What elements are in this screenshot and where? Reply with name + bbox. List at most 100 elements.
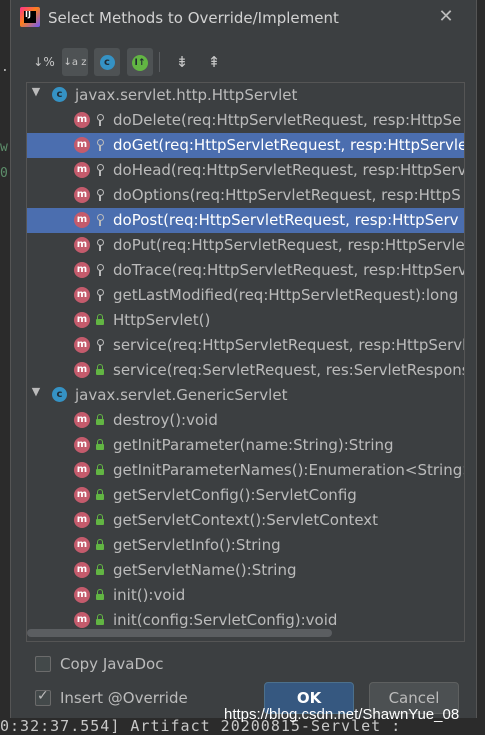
expand-arrow-icon[interactable]: ▼: [30, 385, 42, 398]
method-icon: m: [74, 362, 90, 378]
method-icon: m: [74, 487, 90, 503]
method-icon: m: [74, 512, 90, 528]
protected-key-icon: [94, 238, 106, 252]
editor-background: [0, 0, 10, 735]
method-row[interactable]: m doPut(req:HttpServletRequest, resp:Http…: [27, 233, 464, 258]
class-icon: c: [52, 87, 67, 102]
collapse-all-icon: ⇞: [207, 53, 221, 71]
public-lock-icon: [94, 613, 106, 627]
editor-fragment: w: [0, 140, 8, 155]
method-row[interactable]: m getServletName():String: [27, 558, 464, 583]
method-icon: m: [74, 162, 90, 178]
method-row[interactable]: m getInitParameterNames():Enumeration<Str…: [27, 458, 464, 483]
checkmark-icon: ✓: [37, 688, 49, 704]
method-icon: m: [74, 412, 90, 428]
horizontal-scrollbar[interactable]: [27, 629, 332, 637]
public-lock-icon: [94, 438, 106, 452]
public-lock-icon: [94, 588, 106, 602]
protected-key-icon: [94, 138, 106, 152]
method-signature-label: init(config:ServletConfig):void: [113, 611, 338, 629]
method-signature-label: getInitParameter(name:String):String: [113, 436, 394, 454]
method-row[interactable]: m doDelete(req:HttpServletRequest, resp:H…: [27, 108, 464, 133]
method-row[interactable]: m doTrace(req:HttpServletRequest, resp:Ht…: [27, 258, 464, 283]
sort-az-icon: ↓a z: [63, 57, 87, 68]
show-classes-icon: c: [99, 55, 115, 70]
method-row[interactable]: m getServletContext():ServletContext: [27, 508, 464, 533]
method-row[interactable]: m doPost(req:HttpServletRequest, resp:Htt…: [27, 208, 464, 233]
dialog-title: Select Methods to Override/Implement: [48, 9, 339, 27]
method-row[interactable]: m getLastModified(req:HttpServletRequest)…: [27, 283, 464, 308]
method-signature-label: doGet(req:HttpServletRequest, resp:HttpS…: [113, 136, 465, 154]
method-row[interactable]: m getServletConfig():ServletConfig: [27, 483, 464, 508]
method-signature-label: getServletInfo():String: [113, 536, 281, 554]
method-signature-label: HttpServlet(): [113, 311, 211, 329]
intellij-logo-icon: IJ: [20, 7, 40, 27]
copy-javadoc-label: Copy JavaDoc: [60, 655, 164, 673]
show-interfaces-icon: I↑: [132, 55, 148, 71]
sort-alphabetically-button[interactable]: ↓a z: [62, 48, 88, 76]
method-row[interactable]: m init():void: [27, 583, 464, 608]
method-icon: m: [74, 537, 90, 553]
show-interfaces-button[interactable]: I↑: [127, 48, 153, 76]
method-icon: m: [74, 187, 90, 203]
method-icon: m: [74, 612, 90, 628]
protected-key-icon: [94, 288, 106, 302]
method-row[interactable]: m service(req:ServletRequest, res:Servlet…: [27, 358, 464, 383]
method-row[interactable]: m destroy():void: [27, 408, 464, 433]
method-signature-label: doOptions(req:HttpServletRequest, resp:H…: [113, 186, 461, 204]
method-signature-label: getInitParameterNames():Enumeration<Stri…: [113, 461, 465, 479]
method-signature-label: doHead(req:HttpServletRequest, resp:Http…: [113, 161, 465, 179]
class-name-label: javax.servlet.http.HttpServlet: [75, 86, 298, 104]
expand-all-icon: ⇟: [175, 53, 189, 71]
public-lock-icon: [94, 488, 106, 502]
tree-class-node[interactable]: ▼ c javax.servlet.http.HttpServlet: [27, 83, 464, 108]
expand-arrow-icon[interactable]: ▼: [30, 85, 42, 98]
method-row[interactable]: m service(req:HttpServletRequest, resp:Ht…: [27, 333, 464, 358]
method-row[interactable]: m doHead(req:HttpServletRequest, resp:Htt…: [27, 158, 464, 183]
sort-by-visibility-button[interactable]: ↓%: [31, 48, 57, 76]
protected-key-icon: [94, 213, 106, 227]
expand-all-button[interactable]: ⇟: [169, 48, 195, 76]
show-classes-button[interactable]: c: [94, 48, 120, 76]
method-row[interactable]: m HttpServlet(): [27, 308, 464, 333]
protected-key-icon: [94, 338, 106, 352]
collapse-all-button[interactable]: ⇞: [201, 48, 227, 76]
method-icon: m: [74, 262, 90, 278]
protected-key-icon: [94, 113, 106, 127]
public-lock-icon: [94, 463, 106, 477]
method-signature-label: doDelete(req:HttpServletRequest, resp:Ht…: [113, 111, 462, 129]
method-row[interactable]: m doGet(req:HttpServletRequest, resp:Http…: [27, 133, 464, 158]
method-row[interactable]: m getInitParameter(name:String):String: [27, 433, 464, 458]
editor-fragment: .: [1, 60, 9, 75]
method-icon: m: [74, 287, 90, 303]
method-icon: m: [74, 312, 90, 328]
tree-class-node[interactable]: ▼ c javax.servlet.GenericServlet: [27, 383, 464, 408]
public-lock-icon: [94, 563, 106, 577]
sort-alpha-icon: ↓%: [33, 55, 55, 69]
class-icon: c: [52, 387, 67, 402]
public-lock-icon: [94, 538, 106, 552]
method-signature-label: getLastModified(req:HttpServletRequest):…: [113, 286, 459, 304]
override-methods-dialog: IJ Select Methods to Override/Implement …: [10, 0, 477, 718]
methods-tree[interactable]: ▼ c javax.servlet.http.HttpServlet m doDelet…: [26, 82, 465, 642]
copy-javadoc-checkbox[interactable]: [35, 656, 51, 672]
method-icon: m: [74, 437, 90, 453]
protected-key-icon: [94, 263, 106, 277]
method-row[interactable]: m doOptions(req:HttpServletRequest, resp:…: [27, 183, 464, 208]
public-lock-icon: [94, 413, 106, 427]
protected-key-icon: [94, 188, 106, 202]
insert-override-checkbox[interactable]: ✓: [35, 688, 51, 706]
dialog-title-bar[interactable]: IJ Select Methods to Override/Implement …: [11, 0, 476, 36]
method-row[interactable]: m getServletInfo():String: [27, 533, 464, 558]
method-signature-label: init():void: [113, 586, 186, 604]
method-icon: m: [74, 137, 90, 153]
method-icon: m: [74, 462, 90, 478]
public-lock-icon: [94, 363, 106, 377]
method-icon: m: [74, 587, 90, 603]
csdn-watermark: https://blog.csdn.net/ShawnYue_08: [224, 706, 460, 723]
public-lock-icon: [94, 313, 106, 327]
close-icon[interactable]: ✕: [437, 8, 455, 26]
editor-fragment: 0: [0, 166, 8, 181]
dialog-toolbar: ↓% ↓a z c I↑ ⇟ ⇞: [11, 48, 476, 78]
method-icon: m: [74, 112, 90, 128]
